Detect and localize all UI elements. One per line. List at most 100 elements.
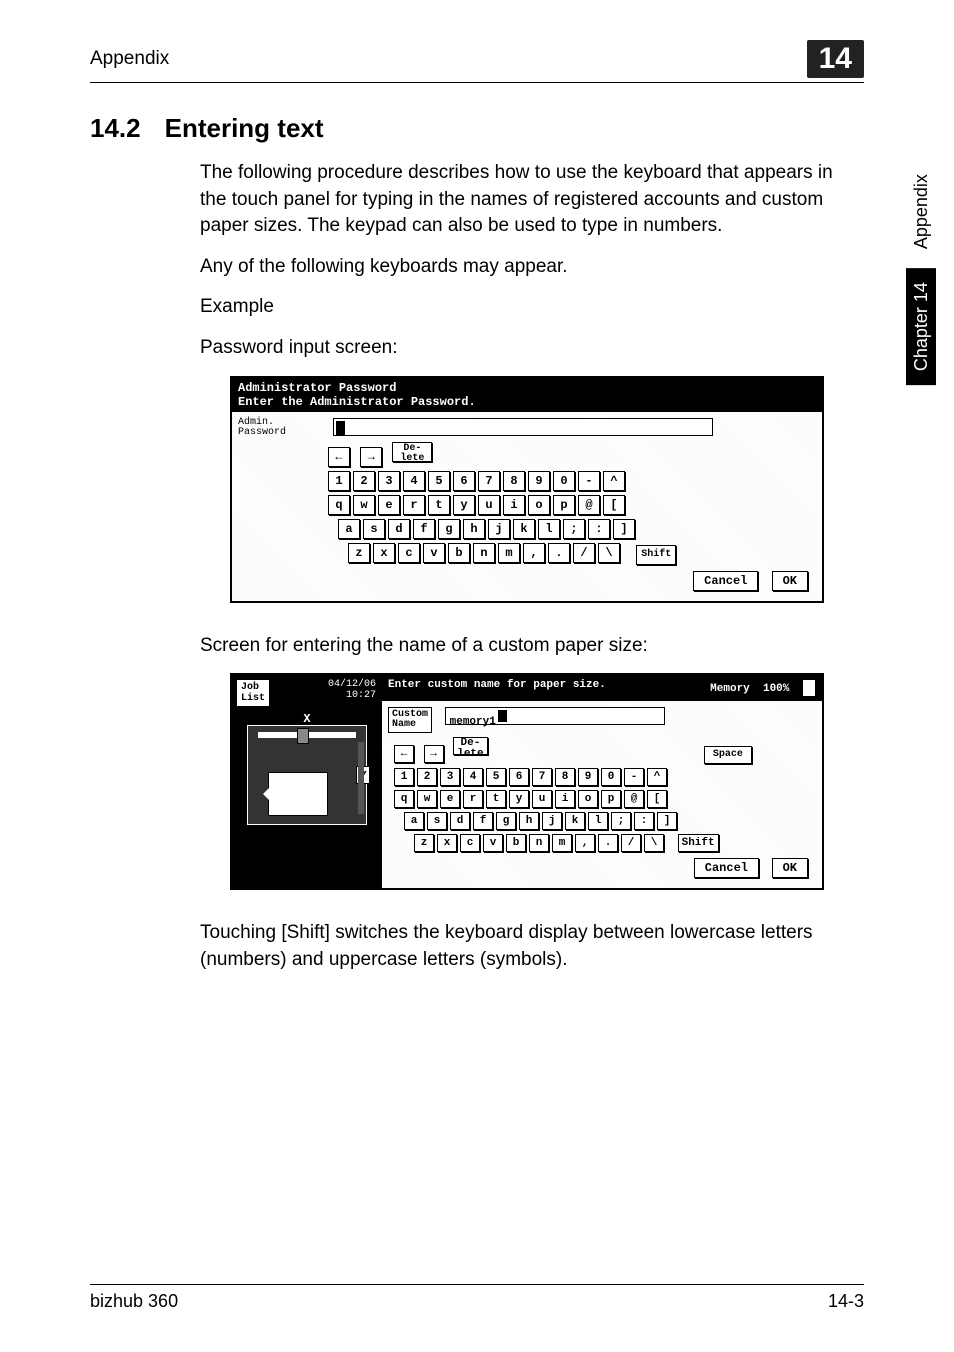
- key-y[interactable]: y: [453, 495, 475, 515]
- key-d[interactable]: d: [388, 519, 410, 539]
- key-k[interactable]: k: [513, 519, 535, 539]
- ok-button[interactable]: OK: [772, 571, 808, 591]
- key-g[interactable]: g: [438, 519, 460, 539]
- key-m[interactable]: m: [552, 834, 572, 852]
- key-7[interactable]: 7: [478, 471, 500, 491]
- key-2[interactable]: 2: [417, 768, 437, 786]
- key-r[interactable]: r: [463, 790, 483, 808]
- key-\[interactable]: \: [644, 834, 664, 852]
- key-.[interactable]: .: [548, 543, 570, 563]
- key-k[interactable]: k: [565, 812, 585, 830]
- key-s[interactable]: s: [363, 519, 385, 539]
- key-2[interactable]: 2: [353, 471, 375, 491]
- key-@[interactable]: @: [578, 495, 600, 515]
- key-,[interactable]: ,: [575, 834, 595, 852]
- key-1[interactable]: 1: [394, 768, 414, 786]
- key-7[interactable]: 7: [532, 768, 552, 786]
- key-/[interactable]: /: [621, 834, 641, 852]
- ok-button[interactable]: OK: [772, 858, 808, 878]
- job-list-button[interactable]: Job List: [236, 679, 270, 707]
- key-l[interactable]: l: [538, 519, 560, 539]
- key-o[interactable]: o: [578, 790, 598, 808]
- delete-key[interactable]: De- lete: [392, 442, 432, 462]
- key-:[interactable]: :: [634, 812, 654, 830]
- key-4[interactable]: 4: [403, 471, 425, 491]
- key-8[interactable]: 8: [555, 768, 575, 786]
- key--[interactable]: -: [578, 471, 600, 491]
- key-e[interactable]: e: [440, 790, 460, 808]
- key--[interactable]: -: [624, 768, 644, 786]
- arrow-right-key[interactable]: →: [424, 745, 444, 763]
- key-p[interactable]: p: [553, 495, 575, 515]
- key-^[interactable]: ^: [603, 471, 625, 491]
- key-l[interactable]: l: [588, 812, 608, 830]
- key-9[interactable]: 9: [578, 768, 598, 786]
- shift-key[interactable]: Shift: [678, 834, 719, 852]
- key-i[interactable]: i: [503, 495, 525, 515]
- key-0[interactable]: 0: [601, 768, 621, 786]
- key-z[interactable]: z: [348, 543, 370, 563]
- key-z[interactable]: z: [414, 834, 434, 852]
- key-j[interactable]: j: [488, 519, 510, 539]
- key-h[interactable]: h: [519, 812, 539, 830]
- key-3[interactable]: 3: [378, 471, 400, 491]
- key-;[interactable]: ;: [611, 812, 631, 830]
- key-3[interactable]: 3: [440, 768, 460, 786]
- space-key[interactable]: Space: [704, 746, 752, 764]
- key-[[interactable]: [: [603, 495, 625, 515]
- key-^[interactable]: ^: [647, 768, 667, 786]
- key-h[interactable]: h: [463, 519, 485, 539]
- key-4[interactable]: 4: [463, 768, 483, 786]
- key-@[interactable]: @: [624, 790, 644, 808]
- password-input[interactable]: [333, 418, 713, 436]
- key-f[interactable]: f: [413, 519, 435, 539]
- key-m[interactable]: m: [498, 543, 520, 563]
- key-:[interactable]: :: [588, 519, 610, 539]
- key-t[interactable]: t: [428, 495, 450, 515]
- key-,[interactable]: ,: [523, 543, 545, 563]
- key-0[interactable]: 0: [553, 471, 575, 491]
- key-c[interactable]: c: [460, 834, 480, 852]
- key-1[interactable]: 1: [328, 471, 350, 491]
- shift-key[interactable]: Shift: [636, 545, 676, 565]
- key-t[interactable]: t: [486, 790, 506, 808]
- key-w[interactable]: w: [417, 790, 437, 808]
- y-slider[interactable]: [358, 742, 364, 814]
- key-9[interactable]: 9: [528, 471, 550, 491]
- key-e[interactable]: e: [378, 495, 400, 515]
- key-s[interactable]: s: [427, 812, 447, 830]
- key-5[interactable]: 5: [486, 768, 506, 786]
- key-c[interactable]: c: [398, 543, 420, 563]
- key-j[interactable]: j: [542, 812, 562, 830]
- key-/[interactable]: /: [573, 543, 595, 563]
- delete-key[interactable]: De- lete: [453, 737, 487, 755]
- key-w[interactable]: w: [353, 495, 375, 515]
- cancel-button[interactable]: Cancel: [694, 858, 759, 878]
- arrow-left-key[interactable]: ←: [328, 447, 350, 467]
- key-][interactable]: ]: [613, 519, 635, 539]
- key-6[interactable]: 6: [509, 768, 529, 786]
- key-\[interactable]: \: [598, 543, 620, 563]
- key-a[interactable]: a: [404, 812, 424, 830]
- key-u[interactable]: u: [478, 495, 500, 515]
- x-slider[interactable]: [258, 732, 356, 738]
- arrow-right-key[interactable]: →: [360, 447, 382, 467]
- key-n[interactable]: n: [529, 834, 549, 852]
- key-][interactable]: ]: [657, 812, 677, 830]
- key-o[interactable]: o: [528, 495, 550, 515]
- key-q[interactable]: q: [328, 495, 350, 515]
- key-v[interactable]: v: [423, 543, 445, 563]
- key-x[interactable]: x: [437, 834, 457, 852]
- key-.[interactable]: .: [598, 834, 618, 852]
- custom-name-input[interactable]: memory1: [445, 707, 665, 725]
- key-b[interactable]: b: [448, 543, 470, 563]
- key-b[interactable]: b: [506, 834, 526, 852]
- key-n[interactable]: n: [473, 543, 495, 563]
- key-g[interactable]: g: [496, 812, 516, 830]
- key-5[interactable]: 5: [428, 471, 450, 491]
- key-y[interactable]: y: [509, 790, 529, 808]
- key-q[interactable]: q: [394, 790, 414, 808]
- key-;[interactable]: ;: [563, 519, 585, 539]
- arrow-left-key[interactable]: ←: [394, 745, 414, 763]
- key-x[interactable]: x: [373, 543, 395, 563]
